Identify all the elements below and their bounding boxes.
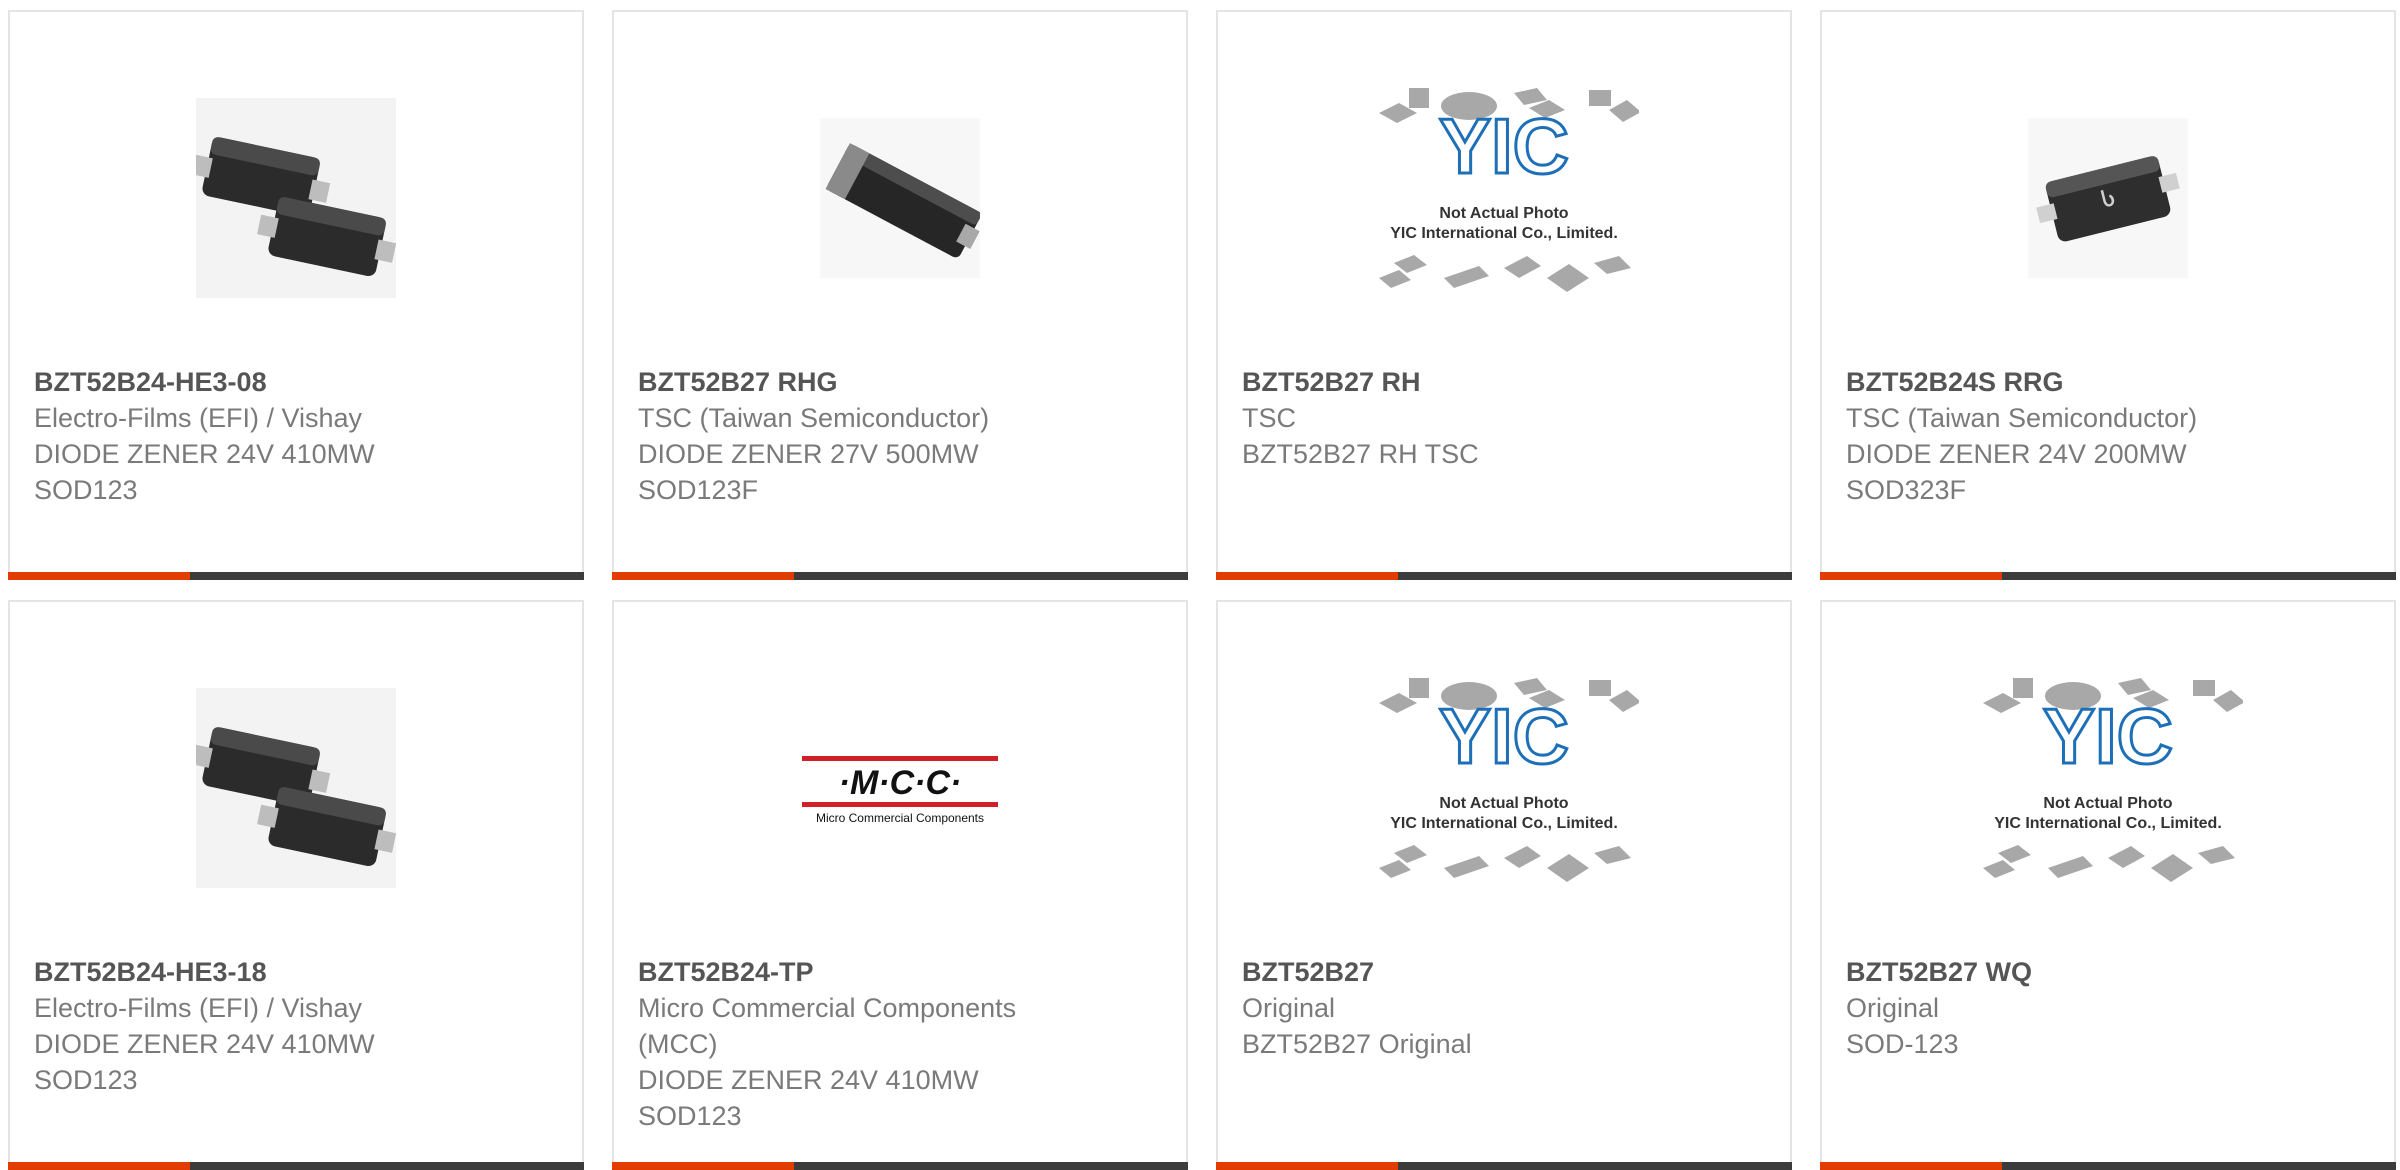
description: DIODE ZENER 24V 410MW <box>34 439 375 469</box>
product-card[interactable]: YIC Not Actual Photo YIC International C… <box>1216 10 1792 580</box>
mcc-logo: ·M·C·C· Micro Commercial Components <box>802 756 998 825</box>
part-number[interactable]: BZT52B24-HE3-18 <box>34 954 558 990</box>
part-number[interactable]: BZT52B27 RHG <box>638 364 1162 400</box>
product-image[interactable] <box>614 48 1186 348</box>
card-bottom-bar <box>8 572 584 580</box>
product-image[interactable]: YIC Not Actual Photo YIC International C… <box>1822 638 2394 938</box>
manufacturer: TSC (Taiwan Semiconductor) <box>638 403 990 433</box>
card-accent <box>8 572 190 580</box>
product-image[interactable]: ·M·C·C· Micro Commercial Components <box>614 638 1186 938</box>
product-card[interactable]: Ⴑ BZT52B24S RRG TSC (Taiwan Semiconducto… <box>1820 10 2396 580</box>
part-number[interactable]: BZT52B27 WQ <box>1846 954 2370 990</box>
product-card[interactable]: YIC Not Actual Photo YIC International C… <box>1216 600 1792 1170</box>
yic-logo: YIC <box>1439 102 1569 190</box>
description: BZT52B27 Original <box>1242 1029 1472 1059</box>
sod323f-package-icon: Ⴑ <box>2028 118 2188 278</box>
placeholder-line2: YIC International Co., Limited. <box>1994 815 2222 832</box>
package: SOD123F <box>638 475 759 505</box>
product-info: BZT52B24-TP Micro Commercial Components … <box>638 954 1162 1134</box>
mcc-mark: ·M·C·C· <box>839 764 962 802</box>
part-number[interactable]: BZT52B27 RH <box>1242 364 1766 400</box>
product-info: BZT52B24S RRG TSC (Taiwan Semiconductor)… <box>1846 364 2370 508</box>
card-bottom-bar <box>1820 1162 2396 1170</box>
placeholder-line1: Not Actual Photo <box>1439 205 1568 222</box>
product-card[interactable]: BZT52B24-HE3-08 Electro-Films (EFI) / Vi… <box>8 10 584 580</box>
manufacturer: Electro-Films (EFI) / Vishay <box>34 403 363 433</box>
card-bottom-bar <box>612 572 1188 580</box>
card-bottom-bar <box>1216 1162 1792 1170</box>
package: SOD123 <box>638 1101 742 1131</box>
product-image[interactable] <box>10 48 582 348</box>
yic-logo: YIC <box>2043 692 2173 780</box>
not-actual-photo-placeholder: YIC Not Actual Photo YIC International C… <box>1983 678 2243 882</box>
card-accent <box>1216 1162 1398 1170</box>
description: DIODE ZENER 24V 410MW <box>638 1065 979 1095</box>
card-accent <box>1820 572 2002 580</box>
product-info: BZT52B27 WQ Original SOD-123 <box>1846 954 2370 1062</box>
product-info: BZT52B24-HE3-08 Electro-Films (EFI) / Vi… <box>34 364 558 508</box>
product-card[interactable]: BZT52B24-HE3-18 Electro-Films (EFI) / Vi… <box>8 600 584 1170</box>
package: SOD123 <box>34 1065 138 1095</box>
manufacturer: Original <box>1242 993 1336 1023</box>
placeholder-line1: Not Actual Photo <box>2043 795 2172 812</box>
placeholder-line2: YIC International Co., Limited. <box>1390 815 1618 832</box>
yic-logo: YIC <box>1439 692 1569 780</box>
product-image[interactable] <box>10 638 582 938</box>
product-grid: BZT52B24-HE3-08 Electro-Films (EFI) / Vi… <box>0 0 2400 1170</box>
card-accent <box>1216 572 1398 580</box>
card-bottom-bar <box>1216 572 1792 580</box>
product-info: BZT52B24-HE3-18 Electro-Films (EFI) / Vi… <box>34 954 558 1098</box>
card-accent <box>8 1162 190 1170</box>
card-bottom-bar <box>612 1162 1188 1170</box>
manufacturer: TSC <box>1242 403 1296 433</box>
part-number[interactable]: BZT52B24-HE3-08 <box>34 364 558 400</box>
card-accent <box>1820 1162 2002 1170</box>
not-actual-photo-placeholder: YIC Not Actual Photo YIC International C… <box>1379 88 1639 292</box>
product-image[interactable]: Ⴑ <box>1822 48 2394 348</box>
not-actual-photo-placeholder: YIC Not Actual Photo YIC International C… <box>1379 678 1639 882</box>
part-number[interactable]: BZT52B27 <box>1242 954 1766 990</box>
card-accent <box>612 572 794 580</box>
mcc-subtitle: Micro Commercial Components <box>816 811 984 825</box>
manufacturer: Micro Commercial Components <box>638 993 1017 1023</box>
package: SOD323F <box>1846 475 1967 505</box>
product-card[interactable]: YIC Not Actual Photo YIC International C… <box>1820 600 2396 1170</box>
sod123-pair-icon <box>196 688 396 888</box>
product-info: BZT52B27 Original BZT52B27 Original <box>1242 954 1766 1062</box>
sod123f-package-icon <box>820 118 980 278</box>
part-number[interactable]: BZT52B24-TP <box>638 954 1162 990</box>
product-info: BZT52B27 RHG TSC (Taiwan Semiconductor) … <box>638 364 1162 508</box>
manufacturer: Original <box>1846 993 1940 1023</box>
product-image[interactable]: YIC Not Actual Photo YIC International C… <box>1218 638 1790 938</box>
placeholder-line1: Not Actual Photo <box>1439 795 1568 812</box>
manufacturer-abbr: (MCC) <box>638 1029 718 1059</box>
product-card[interactable]: ·M·C·C· Micro Commercial Components BZT5… <box>612 600 1188 1170</box>
manufacturer: Electro-Films (EFI) / Vishay <box>34 993 363 1023</box>
sod123-pair-icon <box>196 98 396 298</box>
description: BZT52B27 RH TSC <box>1242 439 1479 469</box>
card-bottom-bar <box>1820 572 2396 580</box>
product-image[interactable]: YIC Not Actual Photo YIC International C… <box>1218 48 1790 348</box>
package: SOD123 <box>34 475 138 505</box>
product-info: BZT52B27 RH TSC BZT52B27 RH TSC <box>1242 364 1766 472</box>
package: SOD-123 <box>1846 1029 1959 1059</box>
description: DIODE ZENER 27V 500MW <box>638 439 979 469</box>
manufacturer: TSC (Taiwan Semiconductor) <box>1846 403 2198 433</box>
part-number[interactable]: BZT52B24S RRG <box>1846 364 2370 400</box>
description: DIODE ZENER 24V 410MW <box>34 1029 375 1059</box>
card-bottom-bar <box>8 1162 584 1170</box>
description: DIODE ZENER 24V 200MW <box>1846 439 2187 469</box>
product-card[interactable]: BZT52B27 RHG TSC (Taiwan Semiconductor) … <box>612 10 1188 580</box>
card-accent <box>612 1162 794 1170</box>
placeholder-line2: YIC International Co., Limited. <box>1390 225 1618 242</box>
